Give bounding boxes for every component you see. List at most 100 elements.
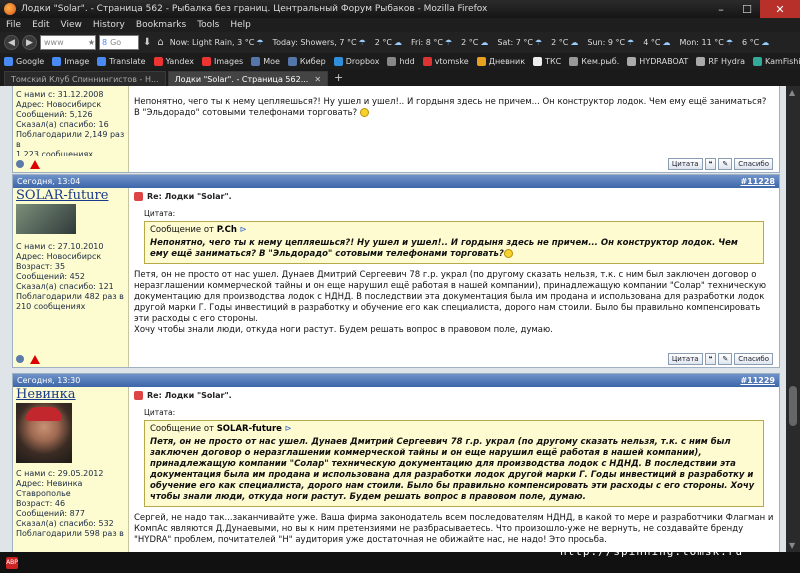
bookmark-item[interactable]: Дневник xyxy=(476,56,525,66)
google-icon: 8 xyxy=(102,38,108,47)
post-text: Непонятно, чего ты к нему цепляешься?! Н… xyxy=(129,86,779,156)
user-info: С нами с: 31.12.2008 Адрес: Новосибирск … xyxy=(13,86,129,159)
post-date: Сегодня, 13:04 xyxy=(17,177,81,186)
multiquote-icon[interactable]: ❝ xyxy=(704,353,717,365)
weather-item[interactable]: 2 °C ☁ xyxy=(551,38,580,47)
offline-status-icon xyxy=(16,160,24,168)
bookmark-item[interactable]: Мое xyxy=(251,56,280,66)
weather-item[interactable]: Mon: 11 °C ☂ xyxy=(679,38,735,47)
bookmark-favicon-icon xyxy=(476,56,486,66)
bookmark-item[interactable]: vtomske xyxy=(422,56,469,66)
bookmark-item[interactable]: HYDRABOAT xyxy=(627,56,688,66)
reply-icon[interactable]: ✎ xyxy=(718,158,733,170)
avatar xyxy=(16,204,76,234)
post-title: Re: Лодки "Solar". xyxy=(134,390,774,401)
maximize-button[interactable]: ☐ xyxy=(734,0,760,18)
bookmark-favicon-icon xyxy=(387,56,397,66)
bookmark-favicon-icon xyxy=(696,56,706,66)
weather-item[interactable]: Today: Showers, 7 °C ☂ xyxy=(273,38,368,47)
menu-bookmarks[interactable]: Bookmarks xyxy=(136,20,186,30)
star-icon[interactable]: ★ xyxy=(88,38,95,47)
bookmark-item[interactable]: RF Hydra xyxy=(696,56,745,66)
search-input[interactable]: 8 Go xyxy=(99,35,139,50)
weather-item[interactable]: 6 °C ☁ xyxy=(742,38,771,47)
bookmark-item[interactable]: Кем.рыб. xyxy=(569,56,619,66)
forward-button[interactable]: ▶ xyxy=(22,35,37,50)
bookmark-favicon-icon xyxy=(333,56,343,66)
bookmark-item[interactable]: hdd xyxy=(387,56,415,66)
quote-button[interactable]: Цитата xyxy=(667,158,703,170)
weather-item[interactable]: 4 °C ☁ xyxy=(643,38,672,47)
multiquote-icon[interactable]: ❝ xyxy=(704,158,717,170)
post-date: Сегодня, 13:30 xyxy=(17,376,81,385)
bookmark-item[interactable]: Images xyxy=(201,56,243,66)
thanks-button[interactable]: Спасибо xyxy=(734,353,773,365)
weather-item[interactable]: Fri: 8 °C ☂ xyxy=(411,38,454,47)
menu-help[interactable]: Help xyxy=(230,20,251,30)
minimize-button[interactable]: – xyxy=(708,0,734,18)
weather-item[interactable]: Sun: 9 °C ☂ xyxy=(587,38,636,47)
watermark-url: http://spinning.tomsk.ru xyxy=(560,545,743,558)
post-text: Сергей, не надо так...заканчивайте уже. … xyxy=(134,513,774,545)
bookmark-item[interactable]: Image xyxy=(52,56,89,66)
tab-solar-boats[interactable]: Лодки "Solar". - Страница 562... ✕ xyxy=(167,71,329,86)
menu-file[interactable]: File xyxy=(6,20,21,30)
bookmark-item[interactable]: ТКС xyxy=(533,56,561,66)
adblock-icon[interactable]: ABP xyxy=(6,556,18,569)
weather-item[interactable]: Sat: 7 °C ☂ xyxy=(497,38,544,47)
close-button[interactable]: ✕ xyxy=(760,0,800,18)
view-post-icon[interactable]: ⊳ xyxy=(285,424,292,434)
view-post-icon[interactable]: ⊳ xyxy=(240,225,247,235)
bookmark-item[interactable]: Yandex xyxy=(153,56,194,66)
back-button[interactable]: ◀ xyxy=(4,35,19,50)
bookmark-item[interactable]: Кибер xyxy=(287,56,326,66)
close-tab-icon[interactable]: ✕ xyxy=(314,75,321,84)
menu-history[interactable]: History xyxy=(93,20,125,30)
quote-button[interactable]: Цитата xyxy=(667,353,703,365)
bookmark-item[interactable]: KamFishing xyxy=(753,56,800,66)
url-input[interactable]: www ★ xyxy=(40,35,96,50)
tab-strip: Томский Клуб Спиннингистов - Н... Лодки … xyxy=(0,69,800,86)
weather-icon: ☁ xyxy=(570,38,579,47)
vertical-scrollbar[interactable]: ▲ ▼ xyxy=(786,86,800,552)
smile-icon xyxy=(359,108,369,117)
scrollbar-thumb[interactable] xyxy=(789,386,797,426)
weather-icon: ☂ xyxy=(358,38,366,47)
bookmark-favicon-icon xyxy=(4,56,13,66)
report-icon[interactable] xyxy=(30,159,40,169)
bookmark-item[interactable]: Dropbox xyxy=(333,56,379,66)
weather-item[interactable]: 2 °C ☁ xyxy=(375,38,404,47)
bookmark-favicon-icon xyxy=(251,56,261,66)
report-icon[interactable] xyxy=(30,354,40,364)
new-tab-button[interactable]: + xyxy=(334,71,343,84)
post-header: Сегодня, 13:04 #11228 xyxy=(13,175,779,188)
menu-view[interactable]: View xyxy=(61,20,82,30)
username-link[interactable]: Невинка xyxy=(16,388,125,401)
offline-status-icon xyxy=(16,355,24,363)
post-number-link[interactable]: #11229 xyxy=(740,376,775,385)
home-icon[interactable]: ⌂ xyxy=(157,37,163,48)
scroll-down-icon[interactable]: ▼ xyxy=(789,541,795,550)
bookmark-item[interactable]: Google xyxy=(4,56,44,66)
thanks-button[interactable]: Спасибо xyxy=(734,158,773,170)
scroll-up-icon[interactable]: ▲ xyxy=(789,88,795,97)
bookmark-favicon-icon xyxy=(97,56,107,66)
username-link[interactable]: SOLAR-future xyxy=(16,189,125,202)
bookmark-favicon-icon xyxy=(201,56,211,66)
bookmark-item[interactable]: Translate xyxy=(97,56,146,66)
tab-tomsk-club[interactable]: Томский Клуб Спиннингистов - Н... xyxy=(4,71,166,86)
menu-edit[interactable]: Edit xyxy=(32,20,49,30)
reply-icon[interactable]: ✎ xyxy=(718,353,733,365)
menu-tools[interactable]: Tools xyxy=(197,20,219,30)
forum-post: Сегодня, 13:04 #11228 SOLAR-future С нам… xyxy=(12,174,780,368)
weather-icon: ☂ xyxy=(725,38,734,47)
post-number-link[interactable]: #11228 xyxy=(740,177,775,186)
weather-icon: ☂ xyxy=(256,38,264,47)
post-icon xyxy=(134,192,143,201)
weather-item[interactable]: 2 °C ☁ xyxy=(461,38,490,47)
weather-item[interactable]: Now: Light Rain, 3 °C ☂ xyxy=(170,38,266,47)
post-body: Re: Лодки "Solar". Цитата: Сообщение от … xyxy=(129,387,779,552)
quote-author: SOLAR-future xyxy=(216,424,282,434)
download-icon[interactable]: ⬇ xyxy=(143,37,151,48)
bookmark-favicon-icon xyxy=(287,56,297,66)
